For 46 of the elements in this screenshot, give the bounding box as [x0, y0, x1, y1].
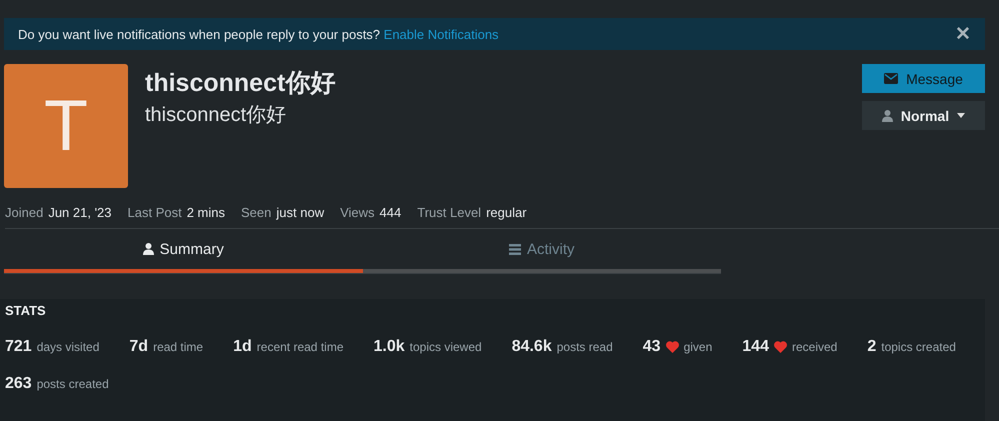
info-label: Views: [340, 205, 375, 220]
heart-icon: [774, 341, 787, 353]
stat-label: read time: [153, 340, 204, 354]
close-icon[interactable]: ✕: [955, 22, 971, 46]
message-button[interactable]: Message: [862, 64, 985, 93]
stat-label: received: [792, 340, 838, 354]
info-value: regular: [486, 205, 527, 220]
banner-text: Do you want live notifications when people reply to your posts? Enable Notifications: [18, 26, 499, 42]
notification-level-dropdown[interactable]: Normal: [862, 101, 985, 130]
info-label: Joined: [5, 205, 44, 220]
info-label: Seen: [241, 205, 272, 220]
stat-label: topics viewed: [410, 340, 482, 354]
envelope-icon: [884, 73, 898, 84]
stat-label: given: [684, 340, 712, 354]
heart-icon: [666, 341, 679, 353]
stat-label: topics created: [881, 340, 956, 354]
stat-value: 263: [5, 375, 32, 393]
info-value: Jun 21, '23: [48, 205, 112, 220]
full-name: thisconnect你好: [145, 103, 288, 128]
stat-label: recent read time: [256, 340, 344, 354]
enable-notifications-link[interactable]: Enable Notifications: [384, 26, 499, 42]
stat-label: posts created: [36, 377, 109, 391]
info-value: 2 mins: [186, 205, 226, 220]
stat-value: 1.0k: [374, 338, 405, 356]
user-icon: [882, 110, 893, 122]
caret-icon: [957, 113, 966, 118]
stat-label: days visited: [36, 340, 100, 354]
tab[interactable]: Summary: [4, 229, 362, 273]
user-icon: [142, 243, 154, 255]
stat-value: 84.6k: [512, 338, 552, 356]
stat-value: 43: [642, 338, 661, 356]
list-icon: [508, 244, 521, 254]
stat-value: 144: [742, 338, 769, 356]
tab[interactable]: Activity: [362, 229, 721, 273]
info-label: Last Post: [128, 205, 182, 220]
info-value: 444: [380, 205, 402, 220]
info-label: Trust Level: [417, 205, 482, 220]
avatar: T: [4, 64, 128, 188]
stat-label: posts read: [556, 340, 613, 354]
stats-title: STATS: [5, 303, 47, 318]
stat-value: 721: [5, 338, 32, 356]
stat-value: 1d: [233, 338, 252, 356]
username: thisconnect你好: [145, 68, 336, 99]
info-value: just now: [276, 205, 324, 220]
stat-value: 7d: [129, 338, 148, 356]
stat-value: 2: [867, 338, 876, 356]
